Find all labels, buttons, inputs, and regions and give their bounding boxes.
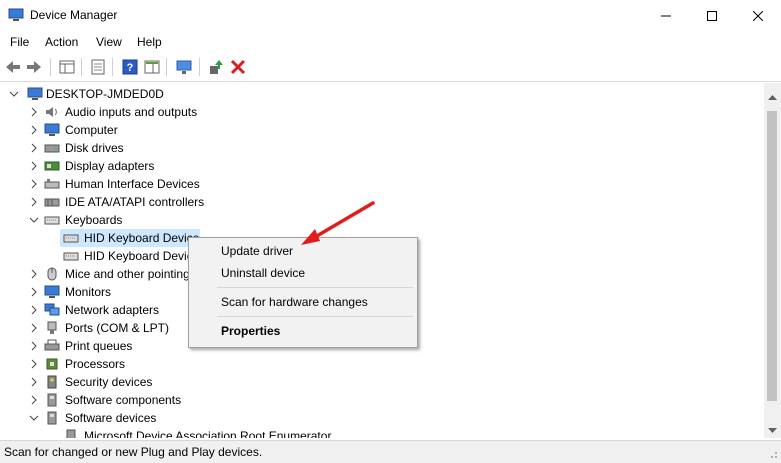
annotation-arrow-icon [301,201,375,245]
